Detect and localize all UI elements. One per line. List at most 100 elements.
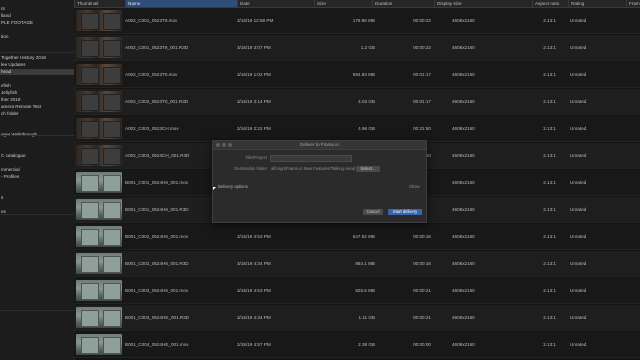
sidebar-divider (0, 214, 74, 215)
dialog-titlebar: Deliver to Frame.io (213, 141, 426, 150)
thumbnail-frame (103, 283, 121, 300)
sidebar-item[interactable] (0, 188, 74, 194)
table-row[interactable]: A002_C001_0523T9.mov 3/16/19 12:58 PM 178.… (74, 8, 640, 34)
sidebar-item[interactable]: head (0, 69, 74, 75)
column-header-display-size[interactable]: Display size (434, 0, 532, 7)
thumbnail-frame (81, 337, 99, 354)
clip-rating: Unrated (570, 180, 587, 185)
thumbnail-frame (103, 256, 121, 273)
sidebar-item[interactable]: tion (0, 34, 74, 40)
thumbnail-frame (81, 202, 99, 219)
sidebar-item[interactable]: s (0, 195, 74, 201)
clip-name: A002_C003_0523CH.mov (125, 126, 179, 131)
sidebar-item[interactable]: ch folder (0, 111, 74, 117)
column-header-rating[interactable]: Rating (568, 0, 626, 7)
sidebar-item[interactable]: C catalogue (0, 153, 74, 159)
sidebar-item[interactable] (0, 27, 74, 33)
thumbnail-frame (81, 94, 99, 111)
table-row[interactable]: A002_C003_0523CH.mov 3/16/19 2:22 PM 4.96 … (74, 116, 640, 142)
sidebar-item[interactable]: Together History 2019 (0, 55, 74, 61)
sidebar-item[interactable] (0, 181, 74, 187)
clip-size: 1.11 GB (358, 315, 375, 320)
table-row[interactable]: A002_C002_0523T0.mov 3/16/19 1:02 PM 594.8… (74, 62, 640, 88)
cancel-button[interactable]: Cancel (363, 209, 383, 215)
title-project-input[interactable] (270, 155, 352, 162)
clip-rating: Unrated (570, 45, 587, 50)
clip-display-size: 4608x2160 (452, 126, 475, 131)
thumbnail-frame (81, 229, 99, 246)
sidebar-item[interactable] (0, 139, 74, 145)
sidebar-item[interactable] (0, 160, 74, 166)
thumbnail-frame (103, 121, 121, 138)
clip-thumbnail (76, 10, 122, 31)
table-row[interactable]: B001_C002_0524H6_001.R3D 3/15/19 4:34 PM 8… (74, 251, 640, 277)
select-folder-button[interactable]: Select... (356, 166, 380, 172)
column-header-thumbnail[interactable]: Thumbnail (74, 0, 125, 7)
sidebar-divider (0, 310, 74, 311)
clip-size: 178.86 MB (352, 18, 375, 23)
clip-size: 4.03 GB (358, 99, 375, 104)
column-header-frame[interactable]: Frame (626, 0, 640, 7)
sidebar-item[interactable]: lee Updates (0, 62, 74, 68)
clip-rating: Unrated (570, 153, 587, 158)
sidebar-item[interactable] (0, 76, 74, 82)
clip-date: 3/15/19 4:53 PM (237, 234, 271, 239)
thumbnail-frame (103, 202, 121, 219)
table-row[interactable]: B001_C003_0524H6_001.mov 3/15/19 4:53 PM 8… (74, 278, 640, 304)
sidebar-item[interactable]: PLE FOOTAGE (0, 20, 74, 26)
sidebar-item[interactable] (0, 118, 74, 124)
sidebar-item[interactable]: efish (0, 83, 74, 89)
sidebar-item[interactable]: nt (0, 6, 74, 12)
thumbnail-frame (103, 337, 121, 354)
clip-date: 3/15/19 4:34 PM (237, 315, 271, 320)
thumbnail-frame (103, 13, 121, 30)
table-row[interactable]: B001_C002_0524H6_001.mov 3/15/19 4:53 PM 6… (74, 224, 640, 250)
sidebar-item[interactable] (0, 146, 74, 152)
sidebar-item[interactable]: Jellyfish (0, 90, 74, 96)
clip-duration: 00:21:50 (413, 126, 431, 131)
delivery-options-toggle[interactable]: Delivery options (218, 184, 248, 190)
sidebar-item[interactable] (0, 41, 74, 47)
column-header-size[interactable]: Size (314, 0, 372, 7)
sidebar-item[interactable]: amera Remote Test (0, 104, 74, 110)
clip-duration: 00:01:17 (413, 99, 431, 104)
destination-folder-value: alfongo/Frame.io New Features/Talking He… (271, 166, 356, 171)
delivery-options-show-link[interactable]: Show (409, 184, 419, 190)
sidebar-item[interactable] (0, 48, 74, 54)
mouse-cursor-icon (213, 187, 216, 190)
clip-thumbnail (76, 118, 122, 139)
sidebar-item[interactable] (0, 202, 74, 208)
clip-aspect-ratio: 2.13:1 (543, 45, 556, 50)
clip-date: 3/15/19 4:57 PM (237, 342, 271, 347)
clip-name: B001_C003_0524H6_001.mov (125, 288, 189, 293)
clip-name: B001_C002_0524H6_001.R3D (125, 261, 189, 266)
clip-size: 647.62 MB (352, 234, 375, 239)
sidebar-item[interactable]: ther 2019 (0, 97, 74, 103)
column-header-aspect-ratio[interactable]: Aspect ratio (532, 0, 568, 7)
clip-display-size: 4608x2160 (452, 153, 475, 158)
table-row[interactable]: B001_C003_0524HE_001.R3D 3/15/19 4:34 PM 1… (74, 305, 640, 331)
column-header-date[interactable]: Date (237, 0, 314, 7)
clip-thumbnail (76, 307, 122, 328)
table-row[interactable]: A002_C001_0523T9_001.R3D 3/15/19 3:07 PM 1… (74, 35, 640, 61)
clip-rating: Unrated (570, 72, 587, 77)
sidebar-item[interactable]: mmercial (0, 167, 74, 173)
sidebar-item[interactable] (0, 125, 74, 131)
table-row[interactable]: B001_C004_0524HE_001.mov 3/15/19 4:57 PM 2… (74, 332, 640, 358)
sidebar-item[interactable]: lland (0, 13, 74, 19)
column-header-duration[interactable]: Duration (372, 0, 434, 7)
clip-duration: 00:00:21 (413, 288, 431, 293)
thumbnail-frame (103, 175, 121, 192)
clip-thumbnail (76, 199, 122, 220)
thumbnail-frame (103, 40, 121, 57)
sidebar-item[interactable]: - Profiles (0, 174, 74, 180)
start-delivery-button[interactable]: Start delivery (388, 209, 422, 215)
clip-aspect-ratio: 2.13:1 (543, 261, 556, 266)
clip-aspect-ratio: 2.13:1 (543, 288, 556, 293)
clip-display-size: 4608x2160 (452, 99, 475, 104)
clip-rating: Unrated (570, 342, 587, 347)
column-header-name[interactable]: Name (125, 0, 237, 7)
thumbnail-frame (103, 229, 121, 246)
table-row[interactable]: A002_C002_0523T0_001.R3D 3/15/19 3:14 PM 4… (74, 89, 640, 115)
clip-size: 2.38 GB (358, 342, 375, 347)
